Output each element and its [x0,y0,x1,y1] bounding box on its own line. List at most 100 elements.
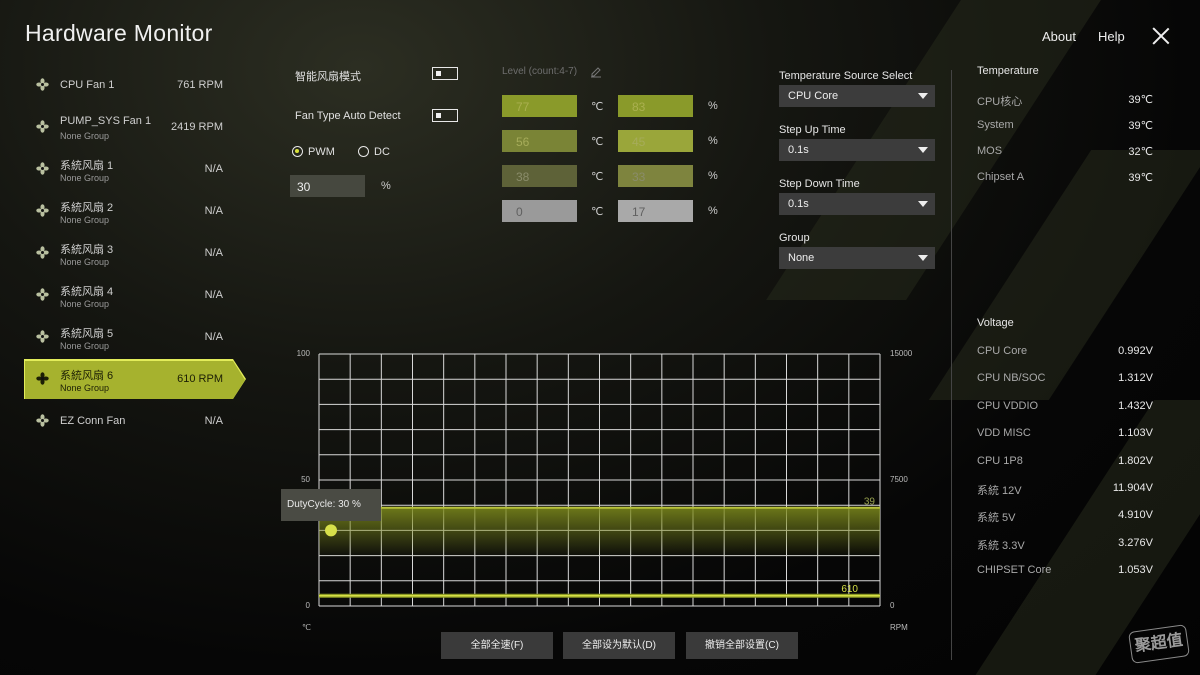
fan-name: EZ Conn Fan [60,415,126,427]
help-link[interactable]: Help [1098,29,1125,44]
temp-sensor-value: 39℃ [1128,120,1153,132]
duty-point [325,524,337,537]
fan-name: 系統风扇 4 [60,286,114,298]
fan-name: 系統风扇 1 [60,160,114,172]
step-up-select[interactable]: 0.1s [779,139,935,161]
step-down-select[interactable]: 0.1s [779,193,935,215]
level-percent-input[interactable]: 45 [618,130,693,152]
fan-icon [36,120,49,133]
close-icon[interactable] [1152,27,1170,45]
fan-item[interactable]: 系統风扇 2 None Group N/A [25,193,245,231]
percent-unit: % [708,170,718,182]
fan-item[interactable]: 系統风扇 1 None Group N/A [25,151,245,189]
group-select[interactable]: None [779,247,935,269]
duty-input[interactable]: 30 [290,175,365,197]
fan-group: None Group [60,173,110,183]
temp-source-value: CPU Core [788,90,839,102]
level-temp-input[interactable]: 38 [502,165,577,187]
voltage-value: 0.992V [1118,345,1153,357]
temp-sensor-name: MOS [977,145,1003,157]
fan-item[interactable]: 系統风扇 5 None Group N/A [25,319,245,357]
smart-fan-toggle[interactable] [432,67,458,80]
left-tick: 0 [306,601,311,610]
left-tick: 50 [301,475,310,484]
undo-all-button[interactable]: 撤销全部设置(C) [686,632,798,659]
fan-rpm: 610 RPM [177,373,223,385]
fan-item[interactable]: PUMP_SYS Fan 1 None Group 2419 RPM [25,109,245,147]
fan-icon [36,204,49,217]
celsius-unit: ℃ [591,206,604,218]
fan-group: None Group [60,299,110,309]
fan-icon [36,330,49,343]
step-up-label: Step Up Time [779,124,846,136]
full-speed-button[interactable]: 全部全速(F) [441,632,553,659]
edit-icon[interactable] [590,66,602,78]
voltage-name: CHIPSET Core [977,564,1052,577]
temp-sensor-name: CPU核心 [977,96,1023,108]
percent-unit: % [708,100,718,112]
duty-tooltip: DutyCycle: 30 % [281,489,381,521]
left-axis-unit: ℃ [302,623,311,632]
fan-icon [36,414,49,427]
voltage-value: 1.103V [1118,427,1153,440]
auto-detect-toggle[interactable] [432,109,458,122]
fan-icon [36,288,49,301]
about-link[interactable]: About [1042,29,1076,44]
level-temp-input[interactable]: 77 [502,95,577,117]
auto-detect-label: Fan Type Auto Detect [295,110,401,122]
fan-group: None Group [60,257,110,267]
default-all-button[interactable]: 全部设为默认(D) [563,632,675,659]
group-value: None [788,252,815,264]
right-axis-unit: RPM [890,623,908,632]
fan-item[interactable]: CPU Fan 1 761 RPM [25,67,245,105]
level-percent-input[interactable]: 33 [618,165,693,187]
fan-group: None Group [60,131,110,141]
voltage-value: 1.802V [1118,454,1153,467]
percent-unit: % [708,205,718,217]
chevron-down-icon [918,147,928,153]
voltage-heading: Voltage [977,317,1014,329]
fan-rpm: 761 RPM [177,79,223,91]
duty-unit: % [381,180,391,192]
right-tick: 0 [890,601,895,610]
voltage-name: CPU 1P8 [977,454,1023,467]
fan-rpm: N/A [204,205,223,217]
level-temp-input[interactable]: 56 [502,130,577,152]
fan-item[interactable]: 系統风扇 4 None Group N/A [25,277,245,315]
voltage-name: 系統 5V [977,512,1016,525]
pwm-radio[interactable] [292,146,303,157]
fan-rpm: N/A [204,415,223,427]
fan-item[interactable]: 系統风扇 3 None Group N/A [25,235,245,273]
temp-source-select[interactable]: CPU Core [779,85,935,107]
right-tick: 7500 [890,475,908,484]
app-title: Hardware Monitor [25,20,213,46]
voltage-value: 3.276V [1118,536,1153,549]
temp-sensor-name: System [977,119,1014,131]
temp-sensor-name: Chipset A [977,171,1025,183]
fan-name: 系統风扇 6 [60,370,114,382]
fan-group: None Group [60,383,110,393]
temperature-heading: Temperature [977,65,1039,77]
right-tick: 15000 [890,349,913,358]
voltage-value: 1.312V [1118,372,1153,385]
temperature-band [319,507,880,558]
temp-sensor-value: 39℃ [1128,94,1153,106]
dc-label: DC [374,146,390,158]
chevron-down-icon [918,255,928,261]
level-percent-input[interactable]: 83 [618,95,693,117]
smart-fan-label: 智能风扇模式 [295,71,361,83]
dc-radio[interactable] [358,146,369,157]
temp-sensor-value: 39℃ [1128,172,1153,184]
fan-rpm: N/A [204,247,223,259]
fan-item[interactable]: EZ Conn Fan N/A [25,403,245,441]
fan-item[interactable]: 系統风扇 6 None Group 610 RPM [25,361,245,399]
level-temp-input[interactable]: 0 [502,200,577,222]
panel-divider [951,70,952,660]
voltage-name: 系統 12V [977,485,1022,497]
fan-rpm: N/A [204,289,223,301]
step-down-value: 0.1s [788,198,809,210]
voltage-value: 1.053V [1118,564,1153,577]
rpm-line-label: 610 [841,584,858,595]
temp-source-label: Temperature Source Select [779,70,913,82]
level-percent-input[interactable]: 17 [618,200,693,222]
